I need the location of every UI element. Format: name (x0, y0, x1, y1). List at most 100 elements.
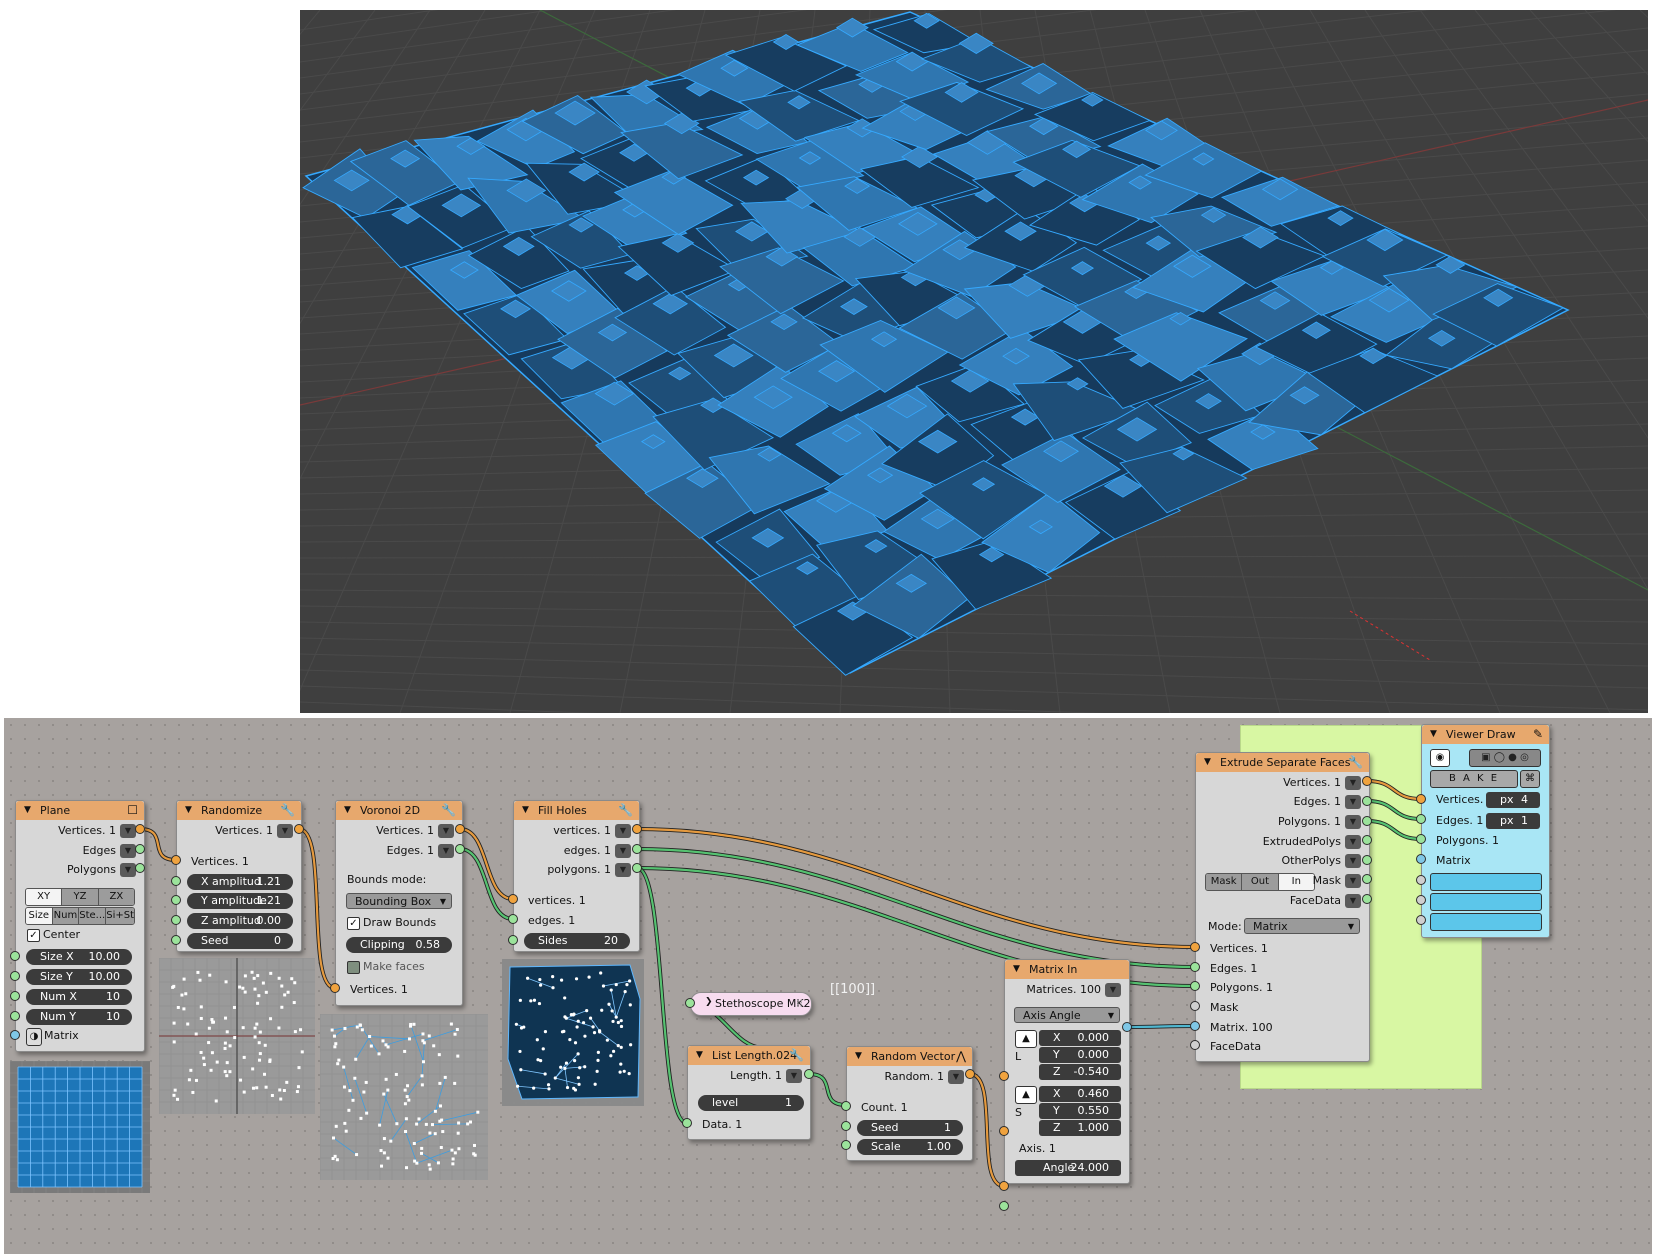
socket-dropdown[interactable] (1345, 894, 1361, 908)
node-socket[interactable] (1362, 894, 1372, 904)
node-socket[interactable] (508, 914, 518, 924)
node-socket[interactable] (841, 1101, 851, 1111)
mode-step[interactable]: Ste... (79, 908, 107, 924)
seed-field[interactable]: Seed 0 (187, 933, 293, 949)
socket-dropdown[interactable] (615, 863, 631, 877)
node-socket[interactable] (1190, 1001, 1200, 1011)
node-socket[interactable] (1416, 895, 1426, 905)
collapse-chevron-icon[interactable]: ▼ (1013, 960, 1020, 979)
node-socket[interactable] (1190, 942, 1200, 952)
node-socket[interactable] (1416, 814, 1426, 824)
node-socket[interactable] (682, 1118, 692, 1128)
mode-size[interactable]: Size (26, 908, 53, 924)
node-socket[interactable] (999, 1201, 1009, 1211)
node-socket[interactable] (1190, 981, 1200, 991)
node-socket[interactable] (171, 915, 181, 925)
node-socket[interactable] (1362, 776, 1372, 786)
make-faces-checkbox[interactable] (347, 961, 360, 974)
matrix-in-node-header[interactable]: ▼ Matrix In (1005, 960, 1129, 979)
voronoi-node-header[interactable]: ▼ Voronoi 2D 🔧 (336, 801, 462, 820)
location-z-field[interactable]: Z -0.540 (1039, 1064, 1121, 1080)
object-icon[interactable]: ⌘ (1520, 770, 1540, 788)
socket-dropdown[interactable] (615, 844, 631, 858)
socket-dropdown[interactable] (615, 824, 631, 838)
collapse-chevron-icon[interactable]: ▼ (696, 1046, 703, 1065)
direction-yz[interactable]: YZ (62, 889, 99, 905)
node-socket[interactable] (171, 855, 181, 865)
y-amplitude-field[interactable]: Y amplitude 1.21 (187, 893, 293, 909)
socket-dropdown[interactable] (1345, 776, 1361, 790)
sides-field[interactable]: Sides 20 (524, 933, 630, 949)
fill-holes-node[interactable]: ▼ Fill Holes 🔧 vertices. 1 edges. 1 polygo… (513, 800, 640, 952)
viewer-draw-node-header[interactable]: ▼ Viewer Draw ✎ (1422, 725, 1549, 744)
node-socket[interactable] (1416, 854, 1426, 864)
collapse-chevron-icon[interactable]: ▼ (855, 1047, 862, 1066)
collapse-chevron-icon[interactable]: ▼ (24, 801, 31, 820)
random-vector-node[interactable]: ▼ Random Vector⋀ Random. 1 Count. 1 Seed1… (846, 1046, 973, 1161)
edge-color-swatch[interactable] (1430, 893, 1542, 911)
random-scale-field[interactable]: Scale 1.00 (857, 1139, 963, 1155)
fill-holes-node-header[interactable]: ▼ Fill Holes 🔧 (514, 801, 639, 820)
node-socket[interactable] (1416, 915, 1426, 925)
drag-handle-icon[interactable]: ⁞⁞ (796, 997, 803, 1010)
angle-field[interactable]: Angle 24.000 (1015, 1160, 1121, 1176)
node-socket[interactable] (455, 824, 465, 834)
num-x-field[interactable]: Num X 10 (26, 989, 132, 1005)
socket-dropdown[interactable] (1345, 854, 1361, 868)
socket-dropdown[interactable] (948, 1070, 964, 1084)
socket-dropdown[interactable] (1105, 983, 1121, 997)
socket-dropdown[interactable] (1345, 815, 1361, 829)
node-socket[interactable] (508, 935, 518, 945)
direction-xy[interactable]: XY (26, 889, 63, 905)
list-length-node[interactable]: ▼ List Length.024🔧 Length. 1 level1 Data.… (687, 1045, 811, 1140)
mode-size-step[interactable]: Si+St (106, 908, 134, 924)
scale-y-field[interactable]: Y 0.550 (1039, 1103, 1121, 1119)
node-socket[interactable] (1190, 962, 1200, 972)
socket-dropdown[interactable] (1345, 835, 1361, 849)
node-editor[interactable]: ▼ Plane ☐ Vertices. 1 Edges Polygons XY YZ… (4, 718, 1652, 1254)
node-socket[interactable] (1362, 835, 1372, 845)
collapse-chevron-icon[interactable]: ▼ (522, 801, 529, 820)
node-socket[interactable] (294, 824, 304, 834)
socket-dropdown[interactable] (1345, 874, 1361, 888)
scale-x-field[interactable]: X 0.460 (1039, 1086, 1121, 1102)
node-socket[interactable] (1416, 875, 1426, 885)
node-socket[interactable] (1362, 855, 1372, 865)
node-socket[interactable] (632, 844, 642, 854)
extrude-mode-select[interactable]: Matrix ▼ (1244, 918, 1360, 934)
size-y-field[interactable]: Size Y 10.00 (26, 969, 132, 985)
node-socket[interactable] (10, 971, 20, 981)
node-socket[interactable] (135, 863, 145, 873)
matrix-in-node[interactable]: ▼ Matrix In Matrices. 100 Axis Angle▼ ▲ L… (1004, 959, 1130, 1184)
socket-dropdown[interactable] (120, 863, 136, 877)
node-socket[interactable] (455, 844, 465, 854)
node-socket[interactable] (330, 983, 340, 993)
node-socket[interactable] (508, 894, 518, 904)
node-socket[interactable] (804, 1069, 814, 1079)
vertex-color-swatch[interactable] (1430, 873, 1542, 891)
clipping-field[interactable]: Clipping 0.58 (346, 937, 452, 953)
node-socket[interactable] (999, 1181, 1009, 1191)
x-amplitude-field[interactable]: X amplitud 1.21 (187, 874, 293, 890)
3d-viewport[interactable] (300, 10, 1648, 713)
matrix-socket-icon[interactable]: ◑ (26, 1028, 42, 1046)
plane-node[interactable]: ▼ Plane ☐ Vertices. 1 Edges Polygons XY YZ… (15, 800, 145, 1052)
collapse-chevron-icon[interactable]: ▼ (185, 801, 192, 820)
collapse-chevron-icon[interactable]: ▼ (1204, 753, 1211, 772)
socket-dropdown[interactable] (438, 824, 454, 838)
z-amplitude-field[interactable]: Z amplitud 0.00 (187, 913, 293, 929)
node-socket[interactable] (632, 863, 642, 873)
node-socket[interactable] (171, 876, 181, 886)
randomize-node-header[interactable]: ▼ Randomize 🔧 (177, 801, 301, 820)
collapse-chevron-icon[interactable]: ▼ (1430, 725, 1437, 744)
stethoscope-node[interactable]: ❯ Stethoscope MK2 ⁞⁞ (690, 992, 812, 1016)
socket-dropdown[interactable] (786, 1069, 802, 1083)
num-y-field[interactable]: Num Y 10 (26, 1009, 132, 1025)
node-socket[interactable] (965, 1069, 975, 1079)
face-color-swatch[interactable] (1430, 913, 1542, 931)
node-socket[interactable] (1362, 874, 1372, 884)
scale-z-field[interactable]: Z 1.000 (1039, 1120, 1121, 1136)
node-socket[interactable] (135, 844, 145, 854)
node-socket[interactable] (1416, 794, 1426, 804)
voronoi-2d-node[interactable]: ▼ Voronoi 2D 🔧 Vertices. 1 Edges. 1 Bounds… (335, 800, 463, 1006)
